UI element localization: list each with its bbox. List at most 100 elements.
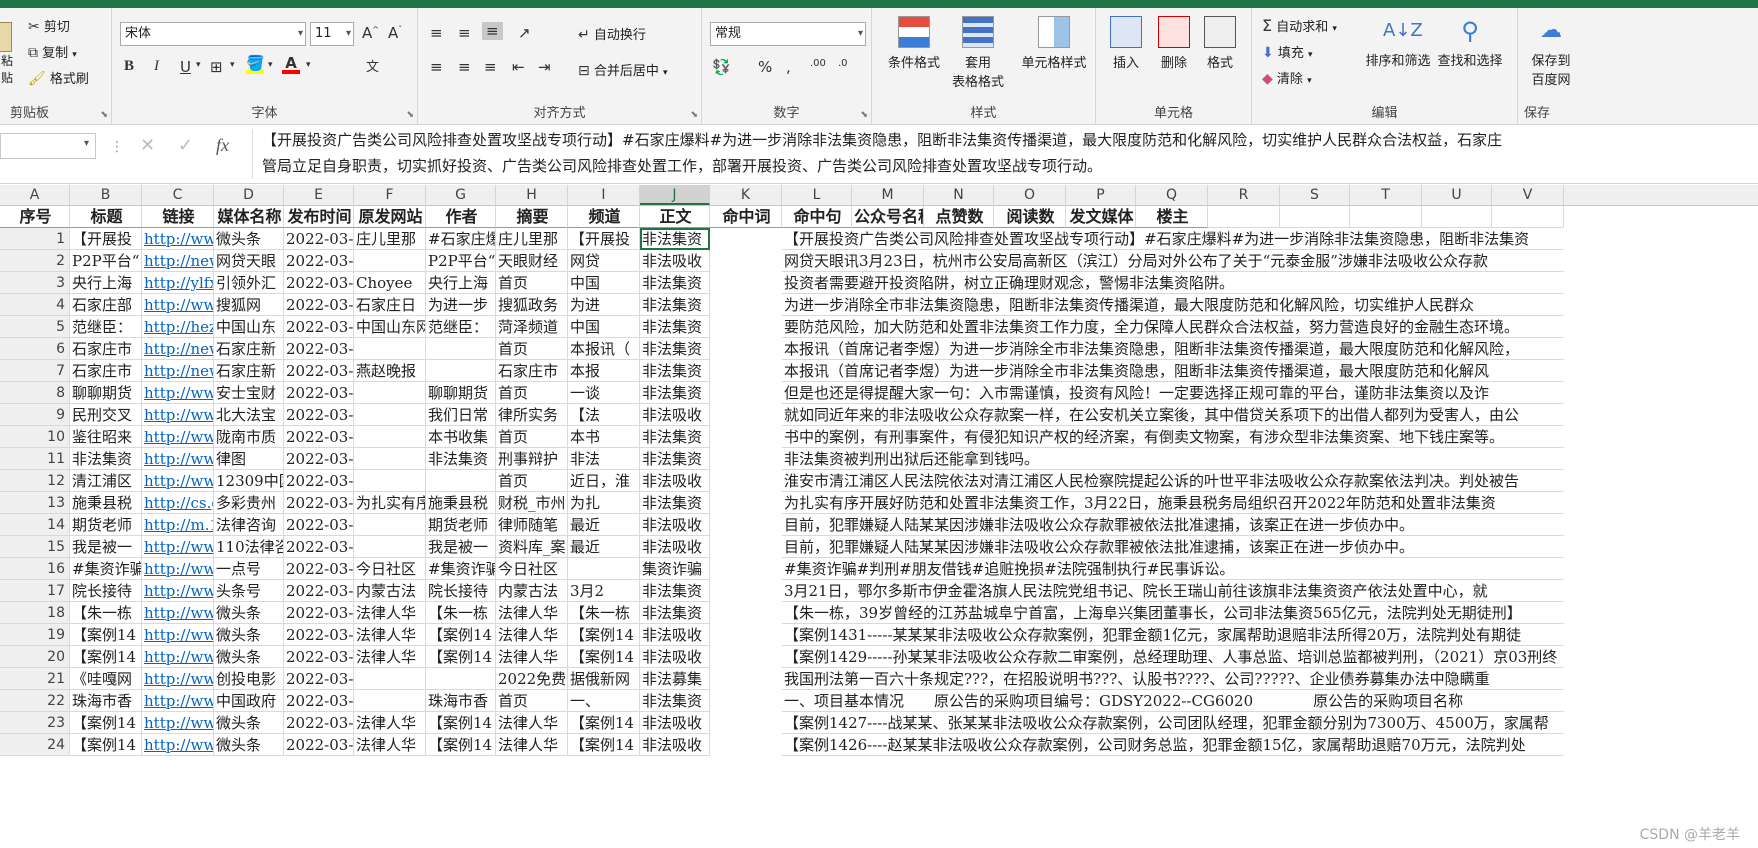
- link-cell[interactable]: http://new: [142, 338, 214, 360]
- table-cell[interactable]: #集资诈骗: [426, 558, 496, 580]
- table-cell[interactable]: 律师随笔: [496, 514, 568, 536]
- currency-button[interactable]: 💱: [712, 58, 731, 76]
- column-header-s[interactable]: S: [1280, 185, 1350, 205]
- header-cell[interactable]: 点赞数: [924, 206, 994, 228]
- table-cell[interactable]: 110法律咨: [214, 536, 284, 558]
- table-cell[interactable]: 非法集资: [640, 492, 710, 514]
- table-cell[interactable]: [354, 404, 426, 426]
- format-painter-button[interactable]: 🖌 格式刷: [28, 68, 89, 87]
- table-cell[interactable]: 石家庄市: [70, 338, 142, 360]
- table-cell[interactable]: 【开展投: [70, 228, 142, 250]
- column-header-h[interactable]: H: [496, 185, 568, 205]
- table-cell[interactable]: 据俄新网: [568, 668, 640, 690]
- worksheet-grid[interactable]: 序号标题链接媒体名称发布时间原发网站作者摘要频道正文命中词命中句公众号名称点赞数…: [0, 206, 1758, 848]
- table-cell[interactable]: 【案例14: [568, 712, 640, 734]
- table-cell[interactable]: 为扎: [568, 492, 640, 514]
- table-cell[interactable]: 搜狐网: [214, 294, 284, 316]
- column-header-r[interactable]: R: [1208, 185, 1280, 205]
- table-cell[interactable]: 非法吸收: [640, 624, 710, 646]
- table-cell[interactable]: 【法: [568, 404, 640, 426]
- alignment-launcher-icon[interactable]: ⬊: [690, 110, 698, 120]
- link-cell[interactable]: http://cs.g: [142, 492, 214, 514]
- link-cell[interactable]: http://ww: [142, 712, 214, 734]
- table-cell[interactable]: Choyee: [354, 272, 426, 294]
- table-cell[interactable]: 【案例1426----赵某某非法吸收公众存款案例，公司财务总监，犯罪金额15亿，…: [782, 734, 1564, 756]
- table-cell[interactable]: 法律人华: [496, 602, 568, 624]
- table-cell[interactable]: 2022-03-24 07:05:42: [284, 404, 354, 426]
- table-cell[interactable]: 首页: [496, 338, 568, 360]
- table-cell[interactable]: 2022-03-24 00:00:00: [284, 536, 354, 558]
- insert-button[interactable]: 插入: [1106, 16, 1146, 71]
- header-cell[interactable]: 序号: [0, 206, 70, 228]
- table-cell[interactable]: 本报讯（: [568, 338, 640, 360]
- column-header-m[interactable]: M: [852, 185, 924, 205]
- increase-font-button[interactable]: A^: [362, 24, 379, 42]
- table-cell[interactable]: 我们日常: [426, 404, 496, 426]
- table-cell[interactable]: 集资诈骗: [640, 558, 710, 580]
- table-cell[interactable]: 2022-03-24 00:00:00: [284, 470, 354, 492]
- table-cell[interactable]: 微头条: [214, 624, 284, 646]
- align-bottom-button[interactable]: ≡: [482, 22, 503, 40]
- table-cell[interactable]: 石家庄市: [70, 360, 142, 382]
- column-header-c[interactable]: C: [142, 185, 214, 205]
- link-cell[interactable]: http://ww: [142, 602, 214, 624]
- column-header-e[interactable]: E: [284, 185, 354, 205]
- table-cell[interactable]: 引领外汇: [214, 272, 284, 294]
- table-cell[interactable]: 内蒙古法: [496, 580, 568, 602]
- find-select-button[interactable]: ⚲ 查找和选择: [1432, 16, 1508, 69]
- table-cell[interactable]: 石家庄市: [496, 360, 568, 382]
- fill-dropdown-icon[interactable]: ▾: [268, 60, 273, 70]
- table-cell[interactable]: [426, 338, 496, 360]
- table-cell[interactable]: 2022-03-2: [284, 316, 354, 338]
- table-cell[interactable]: 非法募集: [640, 668, 710, 690]
- table-cell[interactable]: 非法吸收: [640, 646, 710, 668]
- table-cell[interactable]: 3月2: [568, 580, 640, 602]
- table-cell[interactable]: #集资诈骗: [70, 558, 142, 580]
- table-cell[interactable]: 一点号: [214, 558, 284, 580]
- table-cell[interactable]: 【案例14: [70, 624, 142, 646]
- table-cell[interactable]: P2P平台“: [426, 250, 496, 272]
- row-number[interactable]: 10: [0, 426, 70, 448]
- table-cell[interactable]: [426, 360, 496, 382]
- table-cell[interactable]: 目前，犯罪嫌疑人陆某某因涉嫌非法吸收公众存款罪被依法批准逮捕，该案正在进一步侦办…: [782, 514, 1564, 536]
- row-number[interactable]: 16: [0, 558, 70, 580]
- link-cell[interactable]: http://ww: [142, 470, 214, 492]
- format-cells-button[interactable]: 格式: [1200, 16, 1240, 71]
- table-cell[interactable]: 微头条: [214, 734, 284, 756]
- table-cell[interactable]: 法律人华: [354, 712, 426, 734]
- cut-button[interactable]: ✂ 剪切: [28, 16, 70, 35]
- table-cell[interactable]: 《哇嘎网: [70, 668, 142, 690]
- link-cell[interactable]: http://ww: [142, 228, 214, 250]
- align-right-button[interactable]: ≡: [484, 58, 497, 76]
- table-cell[interactable]: 2022-03-24 03:01:09: [284, 448, 354, 470]
- table-cell[interactable]: 石家庄部: [70, 294, 142, 316]
- table-cell[interactable]: 3月21日，鄂尔多斯市伊金霍洛旗人民法院党组书记、院长王瑞山前往该旗非法集资资产…: [782, 580, 1564, 602]
- decrease-font-button[interactable]: Aˇ: [388, 24, 402, 42]
- link-cell[interactable]: http://ylfx: [142, 272, 214, 294]
- column-header-j[interactable]: J: [640, 185, 710, 205]
- empty-cell[interactable]: [1492, 206, 1564, 228]
- table-cell[interactable]: 2022-03-24 12:57:5: [284, 228, 354, 250]
- merge-center-button[interactable]: ⊟ 合并后居中 ▾: [578, 60, 668, 79]
- table-cell[interactable]: 法律人华: [354, 624, 426, 646]
- row-number[interactable]: 14: [0, 514, 70, 536]
- table-cell[interactable]: 非法集资: [70, 448, 142, 470]
- header-cell[interactable]: 命中词: [710, 206, 782, 228]
- row-number[interactable]: 8: [0, 382, 70, 404]
- table-cell[interactable]: 法律人华: [354, 602, 426, 624]
- table-cell[interactable]: 一、项目基本情况 原公告的采购项目编号：GDSY2022--CG6020 原公告…: [782, 690, 1564, 712]
- table-cell[interactable]: 创投电影: [214, 668, 284, 690]
- row-number[interactable]: 15: [0, 536, 70, 558]
- table-cell[interactable]: 【开展投资广告类公司风险排查处置攻坚战专项行动】#石家庄爆料#为进一步消除非法集…: [782, 228, 1564, 250]
- table-cell[interactable]: 非法集资: [640, 360, 710, 382]
- table-cell[interactable]: 【案例14: [426, 646, 496, 668]
- empty-cell[interactable]: [1350, 206, 1422, 228]
- header-cell[interactable]: 公众号名称: [852, 206, 924, 228]
- header-cell[interactable]: 原发网站: [354, 206, 426, 228]
- table-cell[interactable]: 石家庄日: [354, 294, 426, 316]
- wrap-text-button[interactable]: ↵ 自动换行: [578, 24, 646, 43]
- table-cell[interactable]: 近日，淮: [568, 470, 640, 492]
- table-cell[interactable]: 搜狐政务: [496, 294, 568, 316]
- table-cell[interactable]: 律所实务: [496, 404, 568, 426]
- table-cell[interactable]: [354, 426, 426, 448]
